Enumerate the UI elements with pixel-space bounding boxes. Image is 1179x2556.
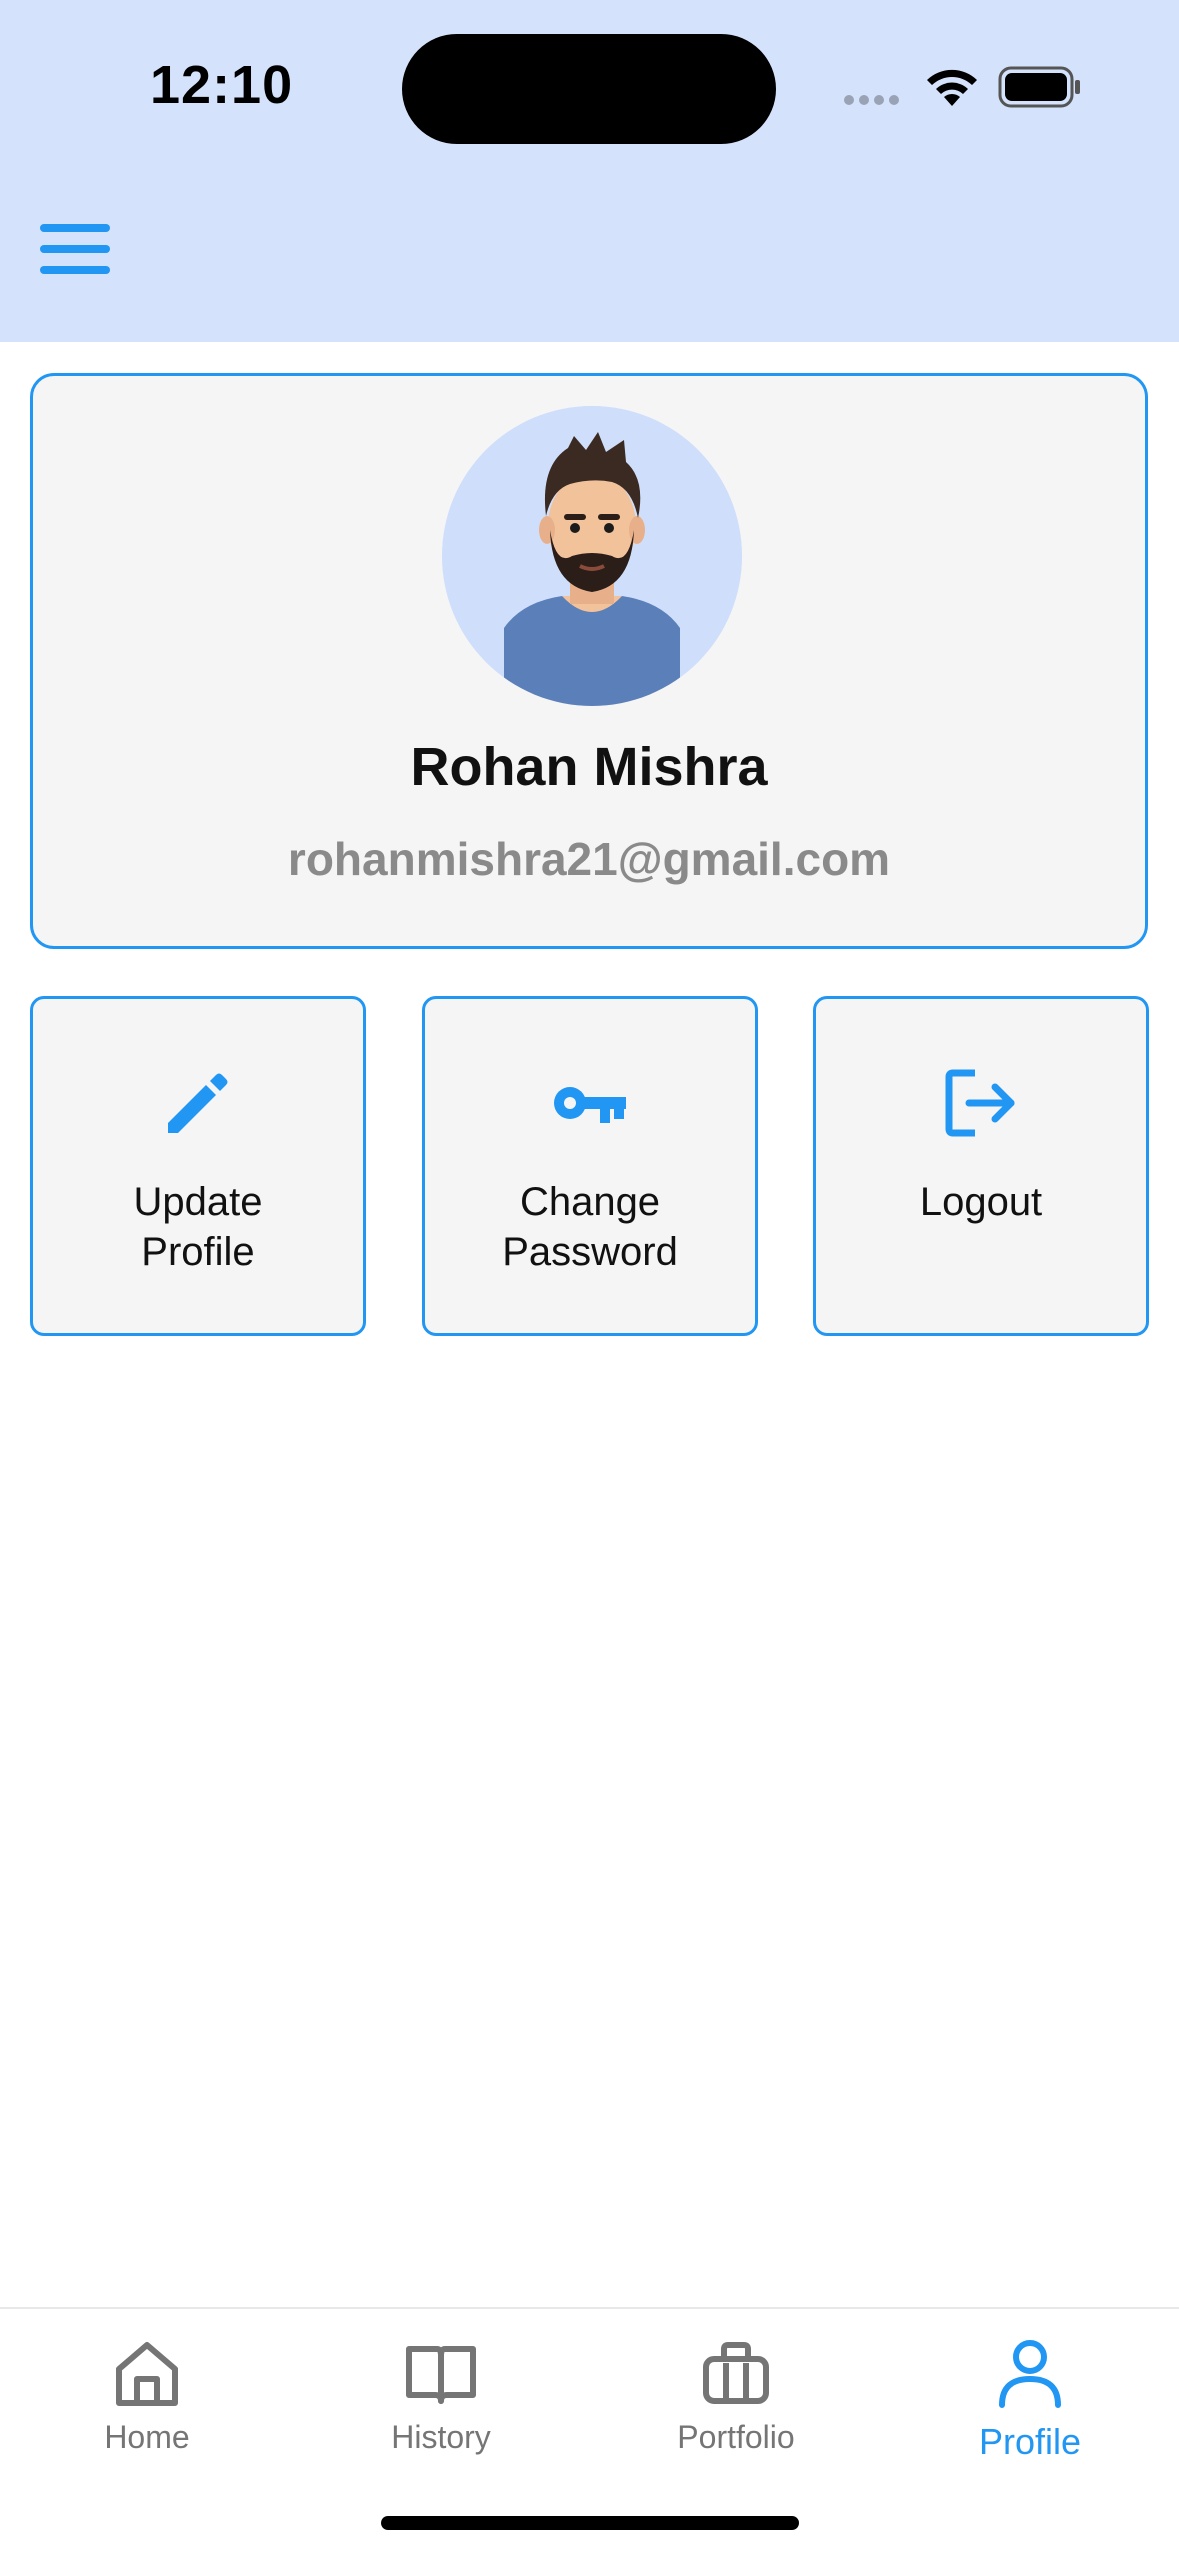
logout-label: Logout	[919, 1180, 1043, 1224]
nav-item-home[interactable]: Home	[0, 2309, 294, 2479]
home-indicator[interactable]	[381, 2516, 799, 2530]
profile-card: Rohan Mishra rohanmishra21@gmail.com	[30, 373, 1148, 949]
key-icon	[554, 1087, 626, 1123]
nav-item-portfolio[interactable]: Portfolio	[589, 2309, 883, 2479]
change-password-button[interactable]: Change Password	[422, 996, 758, 1336]
app-header: 12:10	[0, 0, 1179, 342]
nav-label-home: Home	[104, 2419, 190, 2455]
profile-screen: 12:10 Rohan Mishra rohanmishra21@gmail.c…	[0, 0, 1179, 2556]
person-icon	[999, 2340, 1061, 2408]
book-icon	[406, 2346, 476, 2404]
battery-icon	[998, 66, 1080, 108]
wifi-icon	[927, 69, 977, 106]
briefcase-icon	[703, 2342, 769, 2404]
update-profile-label: Update Profile	[133, 1180, 263, 1274]
profile-name: Rohan Mishra	[410, 737, 768, 797]
status-time: 12:10	[150, 55, 294, 115]
change-password-label: Change Password	[502, 1180, 678, 1274]
nav-item-profile[interactable]: Profile	[883, 2309, 1177, 2479]
cellular-signal-icon	[844, 95, 899, 105]
nav-label-profile: Profile	[978, 2421, 1082, 2462]
nav-item-history[interactable]: History	[294, 2309, 588, 2479]
logout-icon	[945, 1069, 1015, 1137]
home-icon	[116, 2342, 178, 2406]
nav-label-portfolio: Portfolio	[677, 2419, 795, 2455]
hamburger-menu-icon[interactable]	[40, 222, 110, 276]
profile-email: rohanmishra21@gmail.com	[287, 833, 891, 885]
avatar-illustration	[442, 406, 742, 706]
nav-label-history: History	[391, 2419, 491, 2455]
pencil-icon	[168, 1073, 228, 1133]
avatar	[442, 406, 742, 706]
dynamic-island	[402, 34, 776, 144]
update-profile-button[interactable]: Update Profile	[30, 996, 366, 1336]
logout-button[interactable]: Logout	[813, 996, 1149, 1336]
